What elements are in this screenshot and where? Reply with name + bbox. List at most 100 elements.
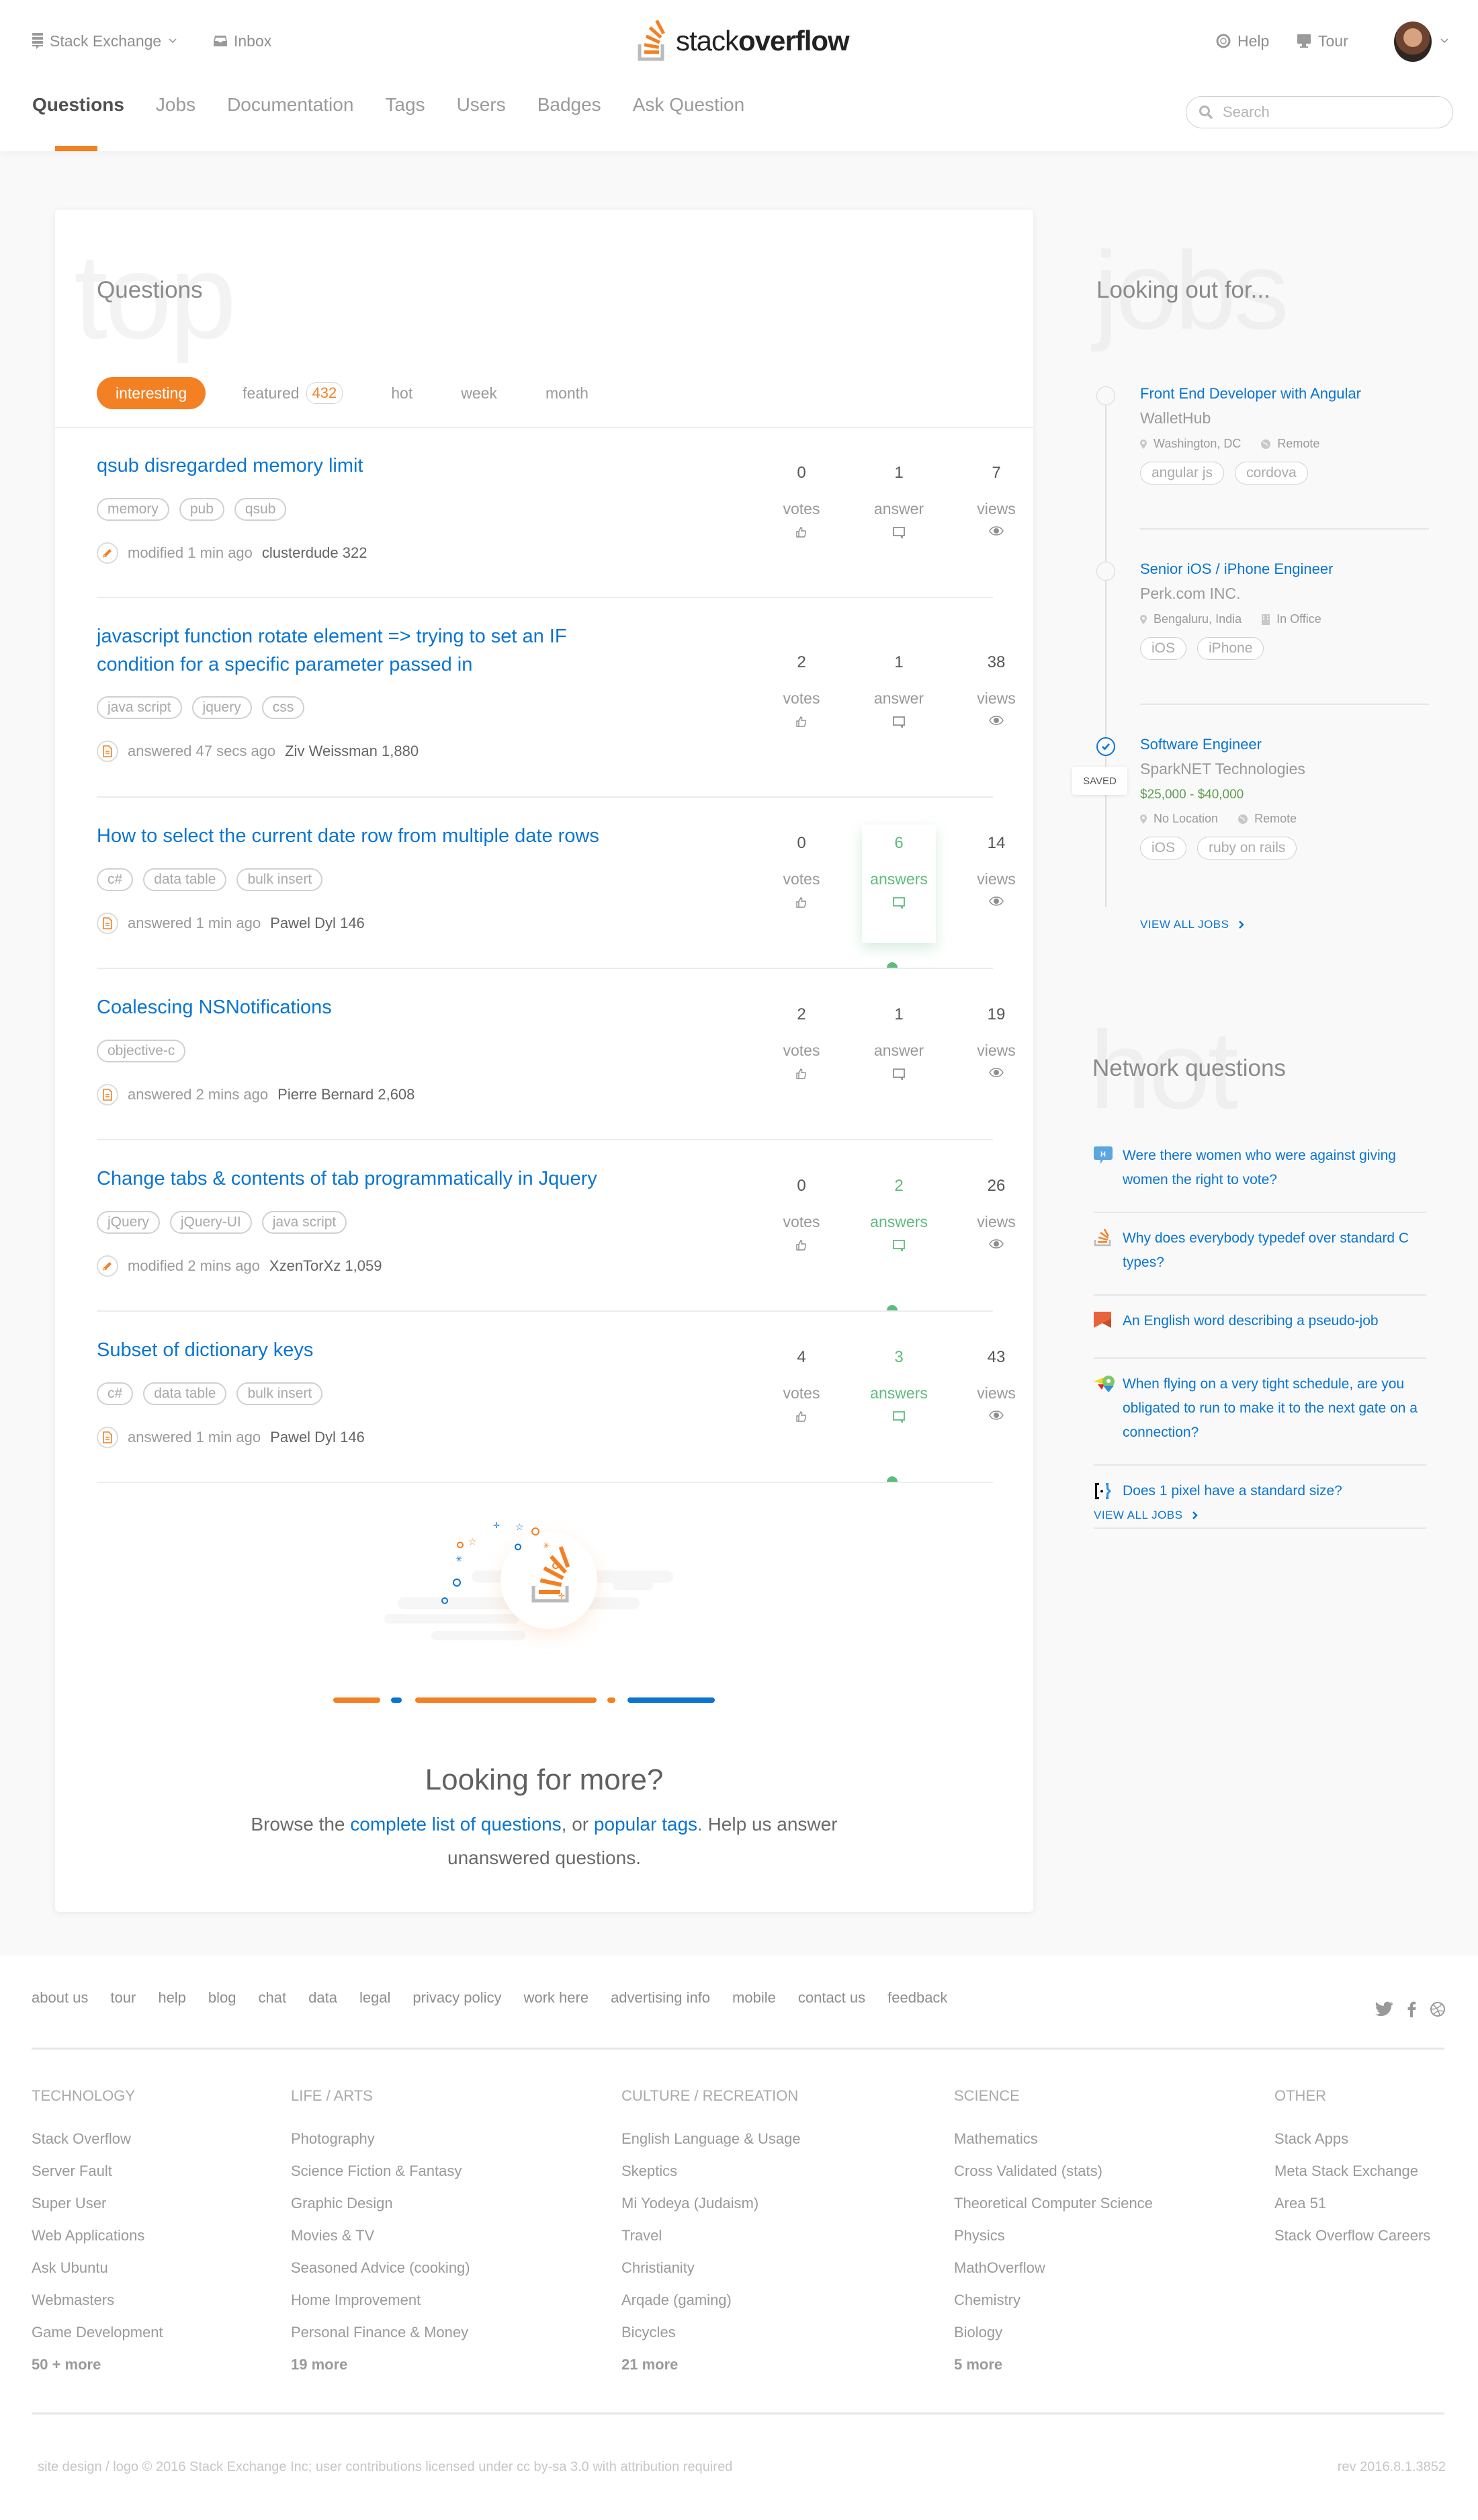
question-title-link[interactable]: Subset of dictionary keys — [97, 1336, 634, 1364]
footer-site-link[interactable]: Photography — [291, 2130, 470, 2162]
tag[interactable]: c# — [97, 868, 134, 891]
tag[interactable]: bulk insert — [236, 868, 323, 891]
footer-site-link[interactable]: Meta Stack Exchange — [1274, 2162, 1430, 2195]
footer-site-link[interactable]: Arqade (gaming) — [621, 2292, 801, 2324]
tag[interactable]: data table — [143, 1382, 227, 1405]
footer-site-link[interactable]: Mi Yodeya (Judaism) — [621, 2195, 801, 2227]
footer-site-link[interactable]: Christianity — [621, 2259, 801, 2292]
footer-site-link[interactable]: Cross Validated (stats) — [954, 2162, 1153, 2195]
tag[interactable]: java script — [97, 696, 182, 719]
search-box[interactable] — [1186, 96, 1453, 128]
user-link[interactable]: Pawel Dyl 146 — [270, 915, 365, 932]
inbox-button[interactable]: Inbox — [214, 30, 271, 52]
footer-site-link[interactable]: Bicycles — [621, 2324, 801, 2356]
user-link[interactable]: Pawel Dyl 146 — [270, 1429, 365, 1446]
job-tag[interactable]: ruby on rails — [1197, 837, 1297, 859]
filter-featured[interactable]: featured 432 — [226, 377, 359, 409]
tag[interactable]: data table — [143, 868, 227, 891]
nav-badges[interactable]: Badges — [537, 94, 601, 116]
user-link[interactable]: clusterdude 322 — [262, 544, 367, 562]
user-avatar[interactable] — [1394, 22, 1432, 62]
question-title-link[interactable]: Coalescing NSNotifications — [97, 993, 634, 1021]
view-all-network-link[interactable]: VIEW ALL JOBS — [1094, 1509, 1199, 1522]
footer-site-link[interactable]: Webmasters — [32, 2292, 163, 2324]
footer-link[interactable]: contact us — [798, 1989, 865, 2007]
footer-site-link[interactable]: Seasoned Advice (cooking) — [291, 2259, 470, 2292]
question-title-link[interactable]: Change tabs & contents of tab programmat… — [97, 1165, 634, 1193]
user-link[interactable]: Pierre Bernard 2,608 — [277, 1086, 415, 1103]
saved-job-toggle[interactable] — [1096, 737, 1115, 756]
footer-more-link[interactable]: 5 more — [954, 2356, 1153, 2388]
network-question-link[interactable]: An English word describing a pseudo-job — [1094, 1296, 1426, 1357]
footer-link[interactable]: mobile — [732, 1989, 776, 2007]
footer-site-link[interactable]: Chemistry — [954, 2292, 1153, 2324]
footer-site-link[interactable]: Web Applications — [32, 2227, 163, 2259]
job-tag[interactable]: iOS — [1140, 837, 1187, 859]
footer-site-link[interactable]: MathOverflow — [954, 2259, 1153, 2292]
footer-site-link[interactable]: Travel — [621, 2227, 801, 2259]
job-tag[interactable]: cordova — [1235, 462, 1308, 485]
footer-site-link[interactable]: Science Fiction & Fantasy — [291, 2162, 470, 2195]
footer-link[interactable]: blog — [208, 1989, 236, 2007]
stackoverflow-logo[interactable]: stackoverflow — [637, 19, 850, 63]
tour-button[interactable]: Tour — [1297, 30, 1348, 52]
facebook-icon[interactable] — [1407, 2001, 1416, 2017]
tag[interactable]: bulk insert — [236, 1382, 323, 1405]
tag[interactable]: java script — [261, 1211, 347, 1234]
complete-list-link[interactable]: complete list of questions — [350, 1814, 561, 1835]
footer-link[interactable]: privacy policy — [412, 1989, 501, 2007]
job-tag[interactable]: angular js — [1140, 462, 1225, 485]
footer-site-link[interactable]: Movies & TV — [291, 2227, 470, 2259]
tag[interactable]: jquery — [191, 696, 252, 719]
footer-site-link[interactable]: Stack Apps — [1274, 2130, 1430, 2162]
footer-link[interactable]: chat — [259, 1989, 287, 2007]
stack-exchange-menu[interactable]: Stack Exchange — [32, 30, 177, 52]
footer-more-link[interactable]: 21 more — [621, 2356, 801, 2388]
question-title-link[interactable]: javascript function rotate element => tr… — [97, 622, 634, 679]
footer-link[interactable]: tour — [110, 1989, 136, 2007]
footer-site-link[interactable]: Stack Overflow — [32, 2130, 163, 2162]
nav-users[interactable]: Users — [457, 94, 506, 116]
footer-more-link[interactable]: 19 more — [291, 2356, 470, 2388]
user-link[interactable]: XzenTorXz 1,059 — [269, 1257, 382, 1275]
tag[interactable]: jQuery-UI — [169, 1211, 252, 1234]
footer-site-link[interactable]: English Language & Usage — [621, 2130, 801, 2162]
footer-site-link[interactable]: Super User — [32, 2195, 163, 2227]
footer-link[interactable]: work here — [523, 1989, 589, 2007]
tag[interactable]: jQuery — [97, 1211, 160, 1234]
user-link[interactable]: Ziv Weissman 1,880 — [285, 743, 419, 760]
network-question-link[interactable]: Why does everybody typedef over standard… — [1094, 1213, 1426, 1294]
footer-site-link[interactable]: Graphic Design — [291, 2195, 470, 2227]
filter-interesting[interactable]: interesting — [97, 377, 206, 409]
footer-site-link[interactable]: Home Improvement — [291, 2292, 470, 2324]
footer-link[interactable]: advertising info — [611, 1989, 710, 2007]
footer-site-link[interactable]: Biology — [954, 2324, 1153, 2356]
job-title-link[interactable]: Senior iOS / iPhone Engineer — [1140, 560, 1429, 578]
tag[interactable]: css — [261, 696, 305, 719]
twitter-icon[interactable] — [1375, 2001, 1393, 2017]
save-job-toggle[interactable] — [1096, 386, 1115, 405]
network-question-link[interactable]: H Were there women who were against givin… — [1094, 1144, 1426, 1212]
footer-site-link[interactable]: Mathematics — [954, 2130, 1153, 2162]
tag[interactable]: qsub — [234, 498, 287, 521]
footer-site-link[interactable]: Skeptics — [621, 2162, 801, 2195]
nav-documentation[interactable]: Documentation — [227, 94, 353, 116]
tag[interactable]: objective-c — [97, 1040, 186, 1062]
job-title-link[interactable]: Front End Developer with Angular — [1140, 385, 1429, 403]
nav-ask-question[interactable]: Ask Question — [633, 94, 745, 116]
footer-more-link[interactable]: 50 + more — [32, 2356, 163, 2388]
question-title-link[interactable]: How to select the current date row from … — [97, 822, 634, 850]
popular-tags-link[interactable]: popular tags — [594, 1814, 697, 1835]
job-title-link[interactable]: Software Engineer — [1140, 736, 1429, 753]
footer-site-link[interactable]: Game Development — [32, 2324, 163, 2356]
footer-site-link[interactable]: Area 51 — [1274, 2195, 1430, 2227]
search-input[interactable] — [1223, 103, 1438, 121]
save-job-toggle[interactable] — [1096, 562, 1115, 581]
nav-jobs[interactable]: Jobs — [156, 94, 195, 116]
footer-site-link[interactable]: Theoretical Computer Science — [954, 2195, 1153, 2227]
footer-link[interactable]: help — [158, 1989, 186, 2007]
network-question-link[interactable]: When flying on a very tight schedule, ar… — [1094, 1359, 1426, 1464]
nav-questions[interactable]: Questions — [32, 94, 124, 116]
footer-link[interactable]: legal — [359, 1989, 390, 2007]
footer-link[interactable]: data — [308, 1989, 337, 2007]
